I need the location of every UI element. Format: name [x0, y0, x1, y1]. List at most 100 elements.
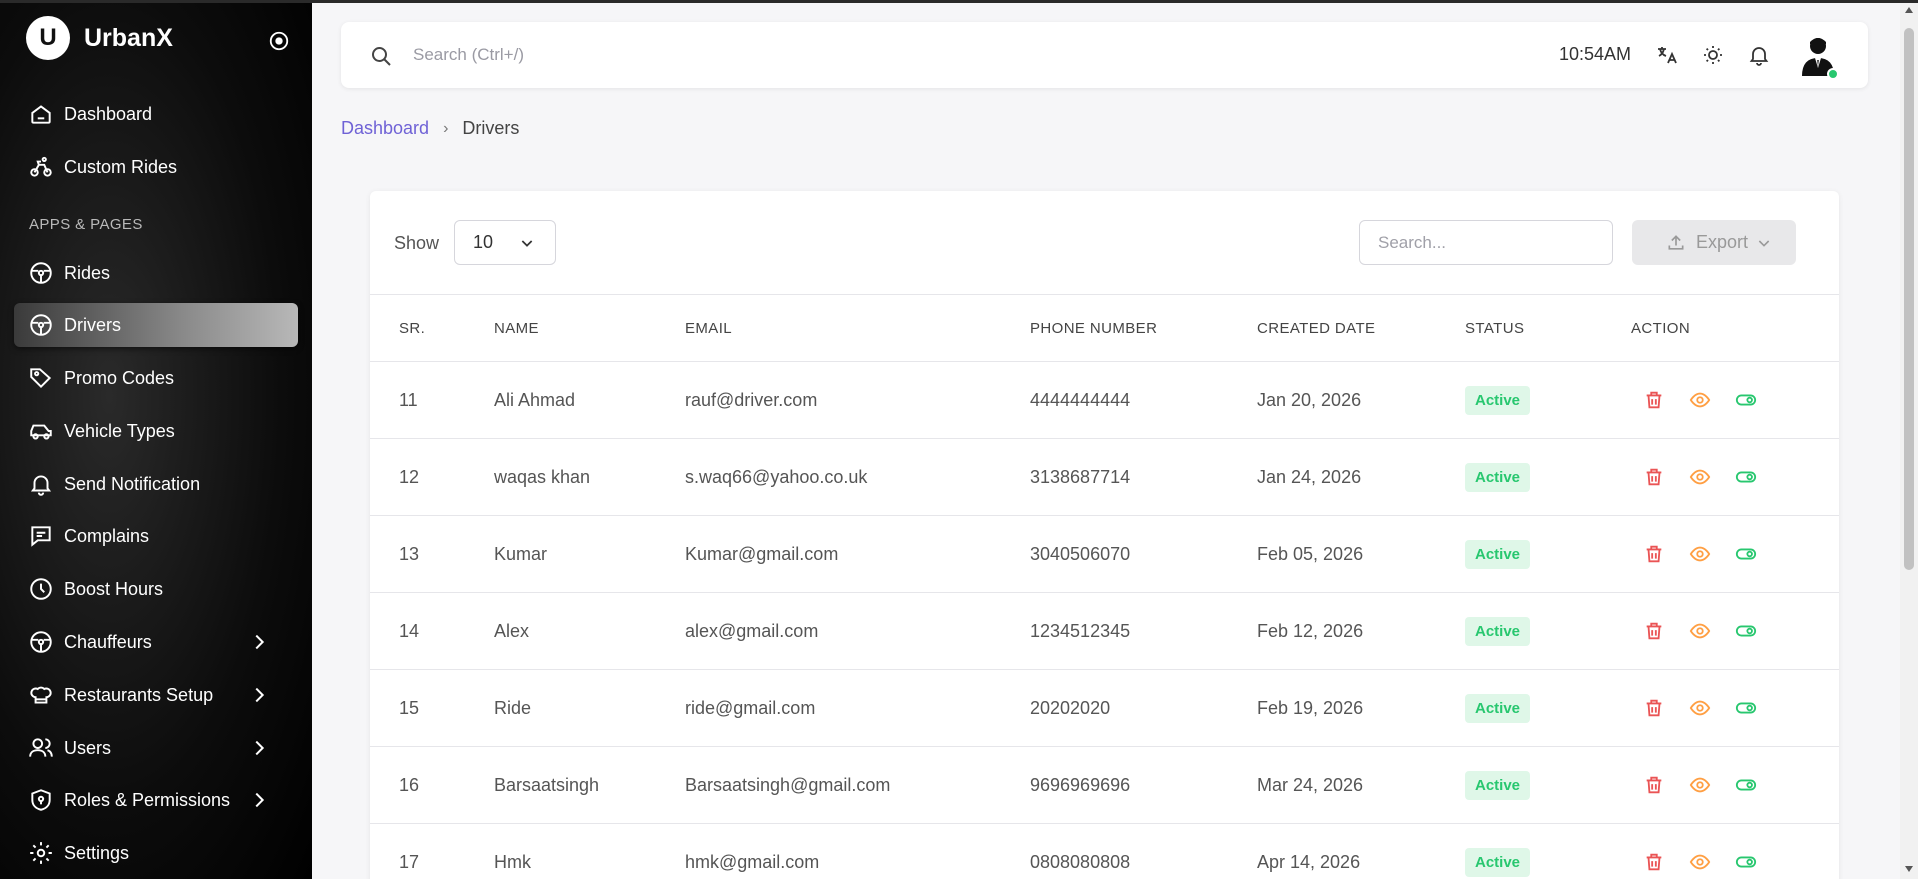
sidebar-item-vehicle-types[interactable]: Vehicle Types [14, 409, 298, 453]
sidebar-item-roles-permissions[interactable]: Roles & Permissions [14, 778, 298, 822]
sidebar-item-label: Send Notification [64, 473, 201, 494]
table-row: 17 Hmk hmk@gmail.com 0808080808 Apr 14, … [370, 823, 1839, 879]
status-badge: Active [1465, 539, 1531, 569]
sidebar-item-users[interactable]: Users [14, 726, 298, 770]
shield-icon [31, 789, 51, 811]
gear-icon [30, 842, 52, 864]
car-icon [30, 424, 52, 440]
brand[interactable]: U UrbanX [26, 16, 173, 60]
column-header-created-date[interactable]: CREATED DATE [1257, 294, 1465, 362]
sidebar-item-label: Settings [64, 842, 130, 863]
table-row: 16 Barsaatsingh Barsaatsingh@gmail.com 9… [370, 746, 1839, 824]
delete-trash-icon[interactable] [1643, 697, 1665, 719]
sidebar-item-settings[interactable]: Settings [14, 831, 298, 875]
clock-time: 10:54AM [1559, 44, 1632, 64]
sidebar-item-dashboard[interactable]: Dashboard [14, 92, 298, 136]
chevron-right-icon [255, 687, 265, 703]
status-toggle-icon[interactable] [1735, 851, 1757, 873]
cell-sr: 13 [370, 515, 494, 593]
view-eye-icon[interactable] [1689, 389, 1711, 411]
cell-status: Active [1465, 669, 1631, 747]
delete-trash-icon[interactable] [1643, 543, 1665, 565]
status-badge: Active [1465, 616, 1531, 646]
status-toggle-icon[interactable] [1735, 543, 1757, 565]
notification-bell-icon[interactable] [1747, 43, 1771, 67]
cell-actions [1631, 361, 1839, 439]
cell-status: Active [1465, 515, 1631, 593]
cell-name: Alex [494, 592, 685, 670]
search-icon[interactable] [369, 44, 393, 68]
scrollbar-thumb[interactable] [1904, 28, 1914, 570]
delete-trash-icon[interactable] [1643, 389, 1665, 411]
page-scrollbar[interactable] [1900, 0, 1918, 879]
scroll-down-arrow-icon[interactable] [1904, 865, 1914, 873]
sidebar-item-complains[interactable]: Complains [14, 514, 298, 558]
sidebar-item-drivers[interactable]: Drivers [14, 303, 298, 347]
cell-sr: 16 [370, 746, 494, 824]
steering-wheel-icon [30, 262, 52, 284]
sidebar-item-restaurants-setup[interactable]: Restaurants Setup [14, 673, 298, 717]
cell-phone: 1234512345 [1030, 592, 1257, 670]
drivers-table-card: Show 10 Export SR. NAME EMAIL PHONE NUMB… [370, 191, 1839, 879]
column-header-name[interactable]: NAME [494, 294, 685, 362]
global-search-input[interactable] [413, 42, 1013, 68]
cell-email: Kumar@gmail.com [685, 515, 1030, 593]
delete-trash-icon[interactable] [1643, 774, 1665, 796]
cell-sr: 14 [370, 592, 494, 670]
delete-trash-icon[interactable] [1643, 620, 1665, 642]
tag-icon [30, 368, 52, 389]
translate-icon[interactable] [1655, 43, 1679, 67]
status-toggle-icon[interactable] [1735, 697, 1757, 719]
show-entries-label: Show [394, 233, 440, 253]
cell-status: Active [1465, 746, 1631, 824]
sidebar-item-send-notification[interactable]: Send Notification [14, 462, 298, 506]
cell-name: Ali Ahmad [494, 361, 685, 439]
chevron-right-icon [255, 792, 265, 808]
sidebar-item-custom-rides[interactable]: Custom Rides [14, 145, 298, 189]
view-eye-icon[interactable] [1689, 851, 1711, 873]
chevron-down-icon [1758, 239, 1770, 247]
breadcrumb: Dashboard › Drivers [341, 118, 519, 139]
view-eye-icon[interactable] [1689, 466, 1711, 488]
column-header-sr[interactable]: SR. [370, 294, 494, 362]
cell-actions [1631, 669, 1839, 747]
view-eye-icon[interactable] [1689, 620, 1711, 642]
sidebar-item-boost-hours[interactable]: Boost Hours [14, 567, 298, 611]
cell-status: Active [1465, 592, 1631, 670]
cell-sr: 12 [370, 438, 494, 516]
chef-hat-icon [30, 686, 52, 704]
cell-phone: 3138687714 [1030, 438, 1257, 516]
status-badge: Active [1465, 770, 1531, 800]
cell-email: ride@gmail.com [685, 669, 1030, 747]
cell-created-date: Jan 24, 2026 [1257, 438, 1465, 516]
sidebar-item-chauffeurs[interactable]: Chauffeurs [14, 620, 298, 664]
page-size-select[interactable]: 10 [454, 220, 556, 265]
scroll-up-arrow-icon[interactable] [1904, 6, 1914, 14]
page-size-value: 10 [473, 232, 494, 252]
view-eye-icon[interactable] [1689, 543, 1711, 565]
cell-status: Active [1465, 438, 1631, 516]
theme-sun-icon[interactable] [1701, 43, 1725, 67]
table-search-input[interactable] [1359, 220, 1613, 265]
status-toggle-icon[interactable] [1735, 389, 1757, 411]
status-toggle-icon[interactable] [1735, 774, 1757, 796]
delete-trash-icon[interactable] [1643, 466, 1665, 488]
view-eye-icon[interactable] [1689, 697, 1711, 719]
cell-status: Active [1465, 361, 1631, 439]
column-header-phone[interactable]: PHONE NUMBER [1030, 294, 1257, 362]
column-header-status[interactable]: STATUS [1465, 294, 1631, 362]
sidebar-item-promo-codes[interactable]: Promo Codes [14, 356, 298, 400]
delete-trash-icon[interactable] [1643, 851, 1665, 873]
cell-phone: 4444444444 [1030, 361, 1257, 439]
sidebar-toggle-icon[interactable] [268, 30, 290, 52]
status-toggle-icon[interactable] [1735, 466, 1757, 488]
sidebar-item-label: Chauffeurs [64, 631, 152, 652]
column-header-email[interactable]: EMAIL [685, 294, 1030, 362]
export-button[interactable]: Export [1632, 220, 1796, 265]
status-toggle-icon[interactable] [1735, 620, 1757, 642]
sidebar-item-label: Custom Rides [64, 156, 178, 177]
breadcrumb-dashboard-link[interactable]: Dashboard [341, 118, 429, 139]
cell-name: Ride [494, 669, 685, 747]
view-eye-icon[interactable] [1689, 774, 1711, 796]
sidebar-item-rides[interactable]: Rides [14, 251, 298, 295]
